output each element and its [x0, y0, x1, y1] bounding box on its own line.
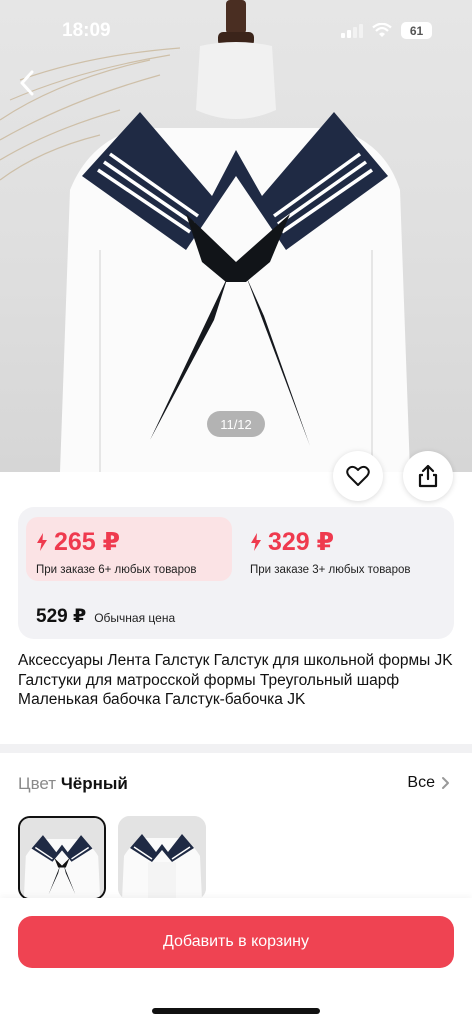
tier2-price: 329 ₽	[268, 528, 335, 556]
swatch-thumbnail	[118, 816, 206, 900]
color-swatch-black[interactable]	[18, 816, 106, 900]
favorite-button[interactable]	[333, 451, 383, 501]
chevron-right-icon	[442, 777, 449, 789]
tier1-condition: При заказе 6+ любых товаров	[36, 564, 197, 576]
share-button[interactable]	[403, 451, 453, 501]
lightning-icon	[37, 533, 47, 551]
back-button[interactable]	[10, 66, 44, 100]
add-to-cart-label: Добавить в корзину	[162, 933, 309, 950]
share-icon	[418, 464, 438, 488]
wifi-icon	[372, 23, 392, 37]
signal-icon	[341, 23, 363, 38]
price-card: 265 ₽ При заказе 6+ любых товаров 329 ₽ …	[18, 507, 454, 639]
regular-price-label: Обычная цена	[94, 611, 176, 625]
color-selector-header: Цвет Чёрный Все	[18, 774, 454, 798]
section-divider	[0, 744, 472, 753]
back-chevron-icon	[20, 70, 34, 96]
color-label-wrap: Цвет Чёрный	[18, 774, 128, 794]
color-label: Цвет	[18, 774, 57, 793]
battery-icon: 61	[401, 22, 432, 39]
see-all-label: Все	[407, 774, 435, 791]
product-photo	[0, 0, 410, 472]
product-title: Аксессуары Лента Галстук Галстук для шко…	[18, 652, 453, 708]
see-all-colors-button[interactable]: Все	[407, 774, 450, 792]
product-image-gallery[interactable]: 18:09 61 11/12	[0, 0, 472, 472]
gallery-counter: 11/12	[207, 411, 265, 437]
status-time: 18:09	[62, 20, 111, 41]
swatch-thumbnail	[20, 818, 104, 898]
tier1-price: 265 ₽	[54, 528, 121, 556]
tier2-condition: При заказе 3+ любых товаров	[250, 564, 411, 576]
regular-price: 529 ₽	[36, 606, 87, 627]
status-bar: 18:09 61	[0, 0, 472, 62]
color-value: Чёрный	[60, 774, 128, 793]
color-swatch-alternative[interactable]	[118, 816, 206, 900]
price-tier-3plus[interactable]: 329 ₽ При заказе 3+ любых товаров	[240, 517, 446, 581]
regular-price-row: 529 ₽ Обычная цена	[36, 605, 175, 628]
heart-icon	[346, 465, 370, 486]
add-to-cart-button[interactable]: Добавить в корзину	[18, 916, 454, 968]
home-indicator[interactable]	[152, 1008, 320, 1014]
battery-level: 61	[409, 23, 424, 38]
price-tier-6plus[interactable]: 265 ₽ При заказе 6+ любых товаров	[26, 517, 232, 581]
lightning-icon	[251, 533, 261, 551]
